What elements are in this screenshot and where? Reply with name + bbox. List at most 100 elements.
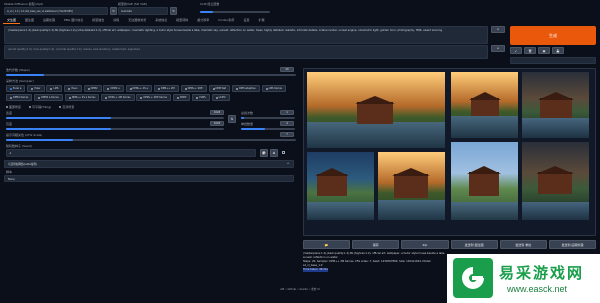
batch-size-value[interactable]: 4 bbox=[280, 121, 294, 126]
footer-links[interactable]: API • Github • Gradio • 重启 UI bbox=[230, 287, 370, 291]
sampler-option[interactable]: DPM++ SDE Karras bbox=[136, 94, 171, 101]
steps-slider[interactable] bbox=[6, 74, 296, 76]
tab-png-info[interactable]: PNG 图片信息 bbox=[60, 17, 87, 23]
sampler-option[interactable]: DPM2 Karras bbox=[6, 94, 33, 101]
width-slider[interactable] bbox=[6, 117, 224, 119]
height-slider[interactable] bbox=[6, 128, 224, 130]
tab-browser[interactable]: 无边图像浏览 bbox=[124, 17, 150, 23]
prompt-input[interactable]: (masterpiece:1.2),(best quality:1.2),8k,… bbox=[4, 26, 488, 44]
send-to-inpaint-button[interactable]: 发送到 重绘 bbox=[499, 240, 547, 249]
sampler-option[interactable]: Euler bbox=[27, 85, 45, 92]
styles-select[interactable] bbox=[510, 57, 596, 64]
tab-sysinfo[interactable]: 系统信息 bbox=[151, 17, 171, 23]
lora-accordion[interactable]: 可选附加网络(LoRA插件) bbox=[4, 160, 294, 168]
refresh-vae-button[interactable]: ↻ bbox=[170, 7, 177, 15]
save-style-button[interactable]: 💾 bbox=[552, 47, 564, 54]
tab-convert[interactable]: 模型转换 bbox=[172, 17, 192, 23]
save-button[interactable]: 保存 bbox=[352, 240, 400, 249]
batch-count-value[interactable]: 1 bbox=[280, 110, 294, 115]
seed-value: -1 bbox=[9, 152, 12, 155]
sampler-option[interactable]: LMS Karras bbox=[261, 85, 286, 92]
width-label: 宽度 bbox=[6, 111, 13, 115]
send-to-extras-button[interactable]: 发送到 后期处理 bbox=[548, 240, 597, 249]
sampler-option[interactable]: LMS bbox=[46, 85, 63, 92]
steps-value[interactable]: 20 bbox=[280, 67, 294, 72]
gallery-thumbnail[interactable] bbox=[521, 141, 590, 221]
batch-count-slider[interactable] bbox=[241, 117, 295, 119]
sampler-option[interactable]: DPM++ 2S a Karras bbox=[64, 94, 100, 101]
tab-merge[interactable]: 模型融合 bbox=[88, 17, 108, 23]
script-label: 脚本 bbox=[6, 170, 13, 174]
height-label: 高度 bbox=[6, 122, 13, 126]
sampler-option[interactable]: DPM2 a bbox=[103, 85, 124, 92]
info-time: Time taken: 48.21s bbox=[303, 268, 328, 272]
tab-txt2img[interactable]: 文生图 bbox=[3, 17, 21, 24]
trash-button[interactable]: 🗑 bbox=[524, 47, 536, 54]
sampler-option[interactable]: DPM++ SDE bbox=[180, 85, 207, 92]
restore-faces-checkbox[interactable]: 面部修复 bbox=[6, 105, 21, 109]
tab-upscale[interactable]: 超分辨率 bbox=[193, 17, 213, 23]
script-value: None bbox=[8, 177, 15, 181]
action-buttons: 📂 保存 Zip 发送到 图生图 发送到 重绘 发送到 后期处理 bbox=[303, 240, 597, 249]
prompt-tool-button[interactable]: ⚙ bbox=[491, 26, 505, 33]
model-select[interactable]: xl_v1 | 1-4 | 1.0 sdxl_base_vae_v1.safet… bbox=[4, 7, 108, 15]
paste-button[interactable]: ↙ bbox=[510, 47, 522, 54]
gallery-thumbnail[interactable] bbox=[450, 141, 519, 221]
height-value[interactable]: 1024 bbox=[210, 121, 224, 126]
watermark: 易采游戏网 www.easck.net bbox=[447, 254, 600, 303]
width-value[interactable]: 1024 bbox=[210, 110, 224, 115]
tab-extras[interactable]: 后期处理 bbox=[39, 17, 59, 23]
sampler-option[interactable]: DPM++ 2M Karras bbox=[101, 94, 135, 101]
watermark-url: www.easck.net bbox=[507, 284, 568, 294]
negative-tool-button[interactable]: ⚙ bbox=[491, 45, 505, 52]
lora-label: 可选附加网络(LoRA插件) bbox=[8, 163, 38, 166]
random-seed-icon[interactable]: 🎲 bbox=[260, 149, 268, 157]
clip-slider[interactable] bbox=[200, 11, 270, 13]
negative-prompt-input[interactable]: (worst quality:1.4), (low quality:1.4), … bbox=[4, 45, 488, 59]
clip-label: CLIP 终止层数 bbox=[200, 2, 220, 6]
cfg-label: 提示词相关性 (CFG Scale) bbox=[6, 133, 43, 137]
refresh-model-button[interactable]: ↻ bbox=[110, 7, 117, 15]
sampler-option[interactable]: DPM2 a Karras bbox=[34, 94, 63, 101]
sampler-option[interactable]: PLMS bbox=[192, 94, 210, 101]
style-button[interactable]: ▣ bbox=[538, 47, 550, 54]
sampler-option[interactable]: DPM adaptive bbox=[232, 85, 260, 92]
sampler-option[interactable]: Heun bbox=[64, 85, 82, 92]
cfg-slider[interactable] bbox=[6, 139, 296, 141]
sampler-option[interactable]: DPM2 bbox=[83, 85, 102, 92]
extra-seed-checkbox[interactable] bbox=[282, 151, 285, 154]
cfg-value[interactable]: 7 bbox=[280, 132, 294, 137]
swap-dimensions-button[interactable]: ⇅ bbox=[228, 115, 236, 123]
reuse-seed-icon[interactable]: ♻ bbox=[270, 149, 278, 157]
sampler-option[interactable]: DDIM bbox=[172, 94, 191, 101]
seed-input[interactable]: -1 bbox=[6, 149, 256, 157]
zip-button[interactable]: Zip bbox=[401, 240, 449, 249]
hires-fix-checkbox[interactable]: 高清修复 bbox=[59, 105, 74, 109]
vae-select[interactable]: Automatic bbox=[118, 7, 168, 15]
image-gallery bbox=[303, 68, 596, 236]
send-to-img2img-button[interactable]: 发送到 图生图 bbox=[450, 240, 498, 249]
generate-button[interactable]: 生成 bbox=[510, 26, 596, 45]
gallery-thumbnail[interactable] bbox=[306, 151, 375, 221]
sampler-option[interactable]: DPM++ 2S a bbox=[125, 85, 152, 92]
tab-img2img[interactable]: 图生图 bbox=[21, 17, 38, 23]
tab-settings[interactable]: 设置 bbox=[239, 17, 253, 23]
gallery-thumbnail[interactable] bbox=[377, 151, 446, 221]
tab-train[interactable]: 训练 bbox=[109, 17, 123, 23]
sampler-option[interactable]: DPM fast bbox=[208, 85, 231, 92]
batch-size-slider[interactable] bbox=[241, 128, 295, 130]
script-select[interactable]: None bbox=[4, 175, 294, 182]
tab-bar: 文生图 图生图 后期处理 PNG 图片信息 模型融合 训练 无边图像浏览 系统信… bbox=[3, 17, 303, 24]
sampler-option[interactable]: UniPC bbox=[211, 94, 230, 101]
tab-extensions[interactable]: 扩展 bbox=[254, 17, 268, 23]
tiling-checkbox[interactable]: 可平铺(Tiling) bbox=[28, 105, 51, 109]
gallery-thumbnail[interactable] bbox=[450, 71, 519, 139]
generation-info: (masterpiece:1.2),(best quality:1.2),8k,… bbox=[303, 252, 448, 274]
watermark-title: 易采游戏网 bbox=[499, 264, 585, 282]
sampler-option[interactable]: DPM++ 2M bbox=[153, 85, 179, 92]
gallery-thumbnail[interactable] bbox=[521, 71, 590, 139]
main-output-image[interactable] bbox=[306, 71, 446, 149]
tab-civitai[interactable]: Civitai 助手 bbox=[214, 17, 238, 23]
sampler-option[interactable]: Euler a bbox=[6, 85, 26, 92]
open-folder-icon[interactable]: 📂 bbox=[303, 240, 351, 249]
